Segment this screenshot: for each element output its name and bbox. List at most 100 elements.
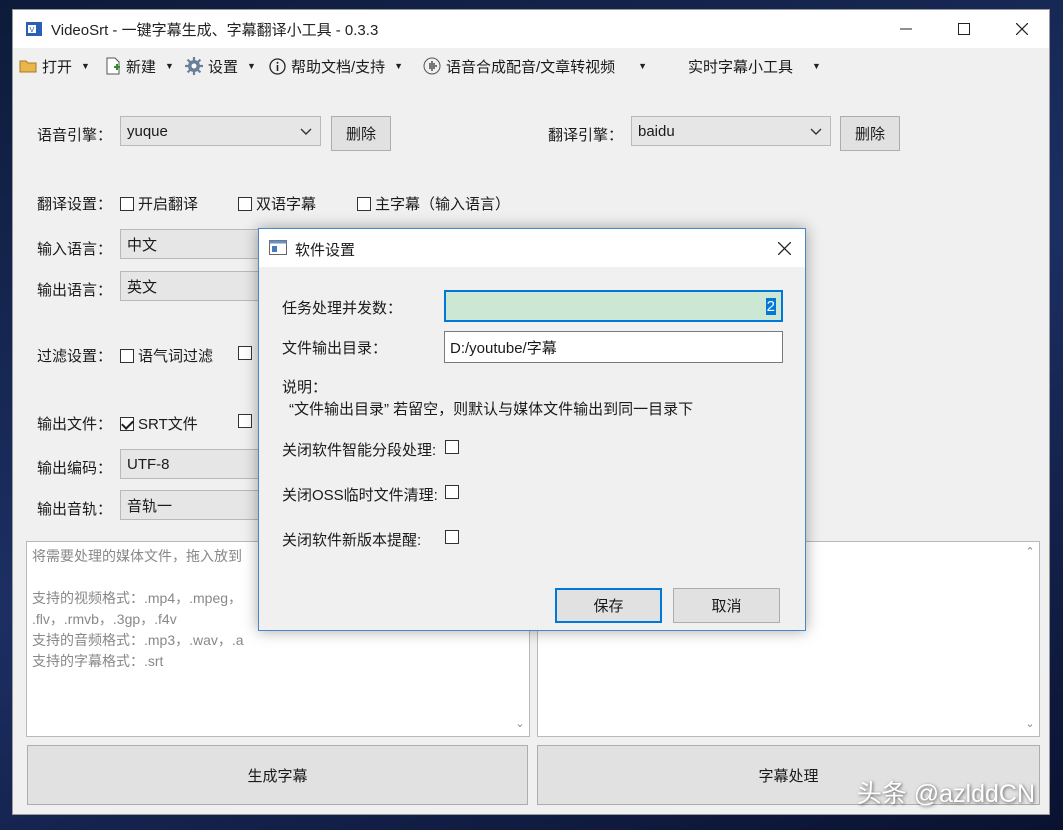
dialog-title-bar: 软件设置: [259, 229, 805, 267]
minimize-button[interactable]: [877, 10, 935, 48]
main-subtitle-checkbox[interactable]: 主字幕（输入语言）: [357, 193, 510, 214]
svg-text:V: V: [30, 26, 35, 34]
output-encoding-value: UTF-8: [127, 455, 170, 473]
main-subtitle-label: 主字幕（输入语言）: [375, 196, 511, 213]
output-extra-checkbox[interactable]: [238, 414, 252, 428]
menu-new-label: 新建: [126, 58, 157, 76]
scroll-up-icon[interactable]: ⌃: [1024, 546, 1036, 558]
disable-oss-cleanup-checkbox[interactable]: [445, 485, 459, 499]
menu-open[interactable]: 打开 ▼: [19, 54, 90, 78]
menu-tts-label: 语音合成配音/文章转视频: [446, 58, 616, 76]
watermark: 头条 @azlddCN: [856, 780, 1035, 808]
translate-engine-value: baidu: [638, 122, 675, 140]
delete-button-label: 删除: [345, 126, 376, 143]
dialog-close-button[interactable]: [763, 229, 805, 267]
drop-hint-line: 支持的字幕格式：.srt: [32, 653, 164, 669]
menu-realtime[interactable]: 实时字幕小工具 ▼: [688, 54, 821, 78]
checkbox-box[interactable]: [120, 196, 134, 211]
disable-update-notice-label: 关闭软件新版本提醒:: [282, 532, 422, 549]
input-language-value: 中文: [127, 236, 158, 254]
note-text: “文件输出目录” 若留空，则默认与媒体文件输出到同一目录下: [289, 401, 694, 418]
concurrency-label: 任务处理并发数：: [282, 300, 403, 317]
checkbox-box[interactable]: [238, 196, 252, 211]
close-button[interactable]: [993, 10, 1051, 48]
chevron-down-icon: ▼: [165, 61, 174, 71]
drop-hint-line: 支持的音频格式：.mp3，.wav，.a: [32, 632, 244, 648]
dialog-title: 软件设置: [295, 242, 356, 259]
chevron-down-icon: [300, 128, 312, 135]
new-file-icon: [106, 57, 120, 75]
menu-settings-label: 设置: [208, 58, 239, 76]
chevron-down-icon: ▼: [394, 61, 404, 71]
srt-file-label: SRT文件: [138, 416, 198, 433]
chevron-down-icon: [810, 128, 822, 135]
minimize-icon: [900, 28, 912, 30]
disable-smart-segment-label: 关闭软件智能分段处理:: [282, 442, 437, 459]
srt-file-checkbox[interactable]: SRT文件: [120, 413, 198, 434]
filter-extra-checkbox[interactable]: [238, 346, 252, 360]
chevron-down-icon: ▼: [81, 61, 90, 71]
folder-icon: [19, 60, 37, 73]
disable-smart-segment-checkbox[interactable]: [445, 440, 459, 454]
audio-wave-icon: [423, 57, 441, 75]
filler-filter-checkbox[interactable]: 语气词过滤: [120, 345, 213, 366]
save-button[interactable]: 保存: [555, 588, 662, 623]
menu-new[interactable]: 新建 ▼: [105, 54, 174, 78]
generate-subtitle-button[interactable]: 生成字幕: [27, 745, 528, 805]
output-encoding-label: 输出编码：: [37, 460, 113, 477]
enable-translate-checkbox[interactable]: 开启翻译: [120, 193, 198, 214]
output-language-label: 输出语言：: [37, 282, 113, 299]
output-encoding-select[interactable]: UTF-8: [120, 449, 265, 479]
menu-help[interactable]: 帮助文档/支持 ▼: [269, 54, 403, 78]
input-language-label: 输入语言：: [37, 241, 113, 258]
scroll-down-icon[interactable]: ⌄: [1024, 718, 1036, 730]
menu-realtime-label: 实时字幕小工具: [688, 58, 794, 76]
checkbox-box[interactable]: [120, 416, 134, 431]
speech-engine-select[interactable]: yuque: [120, 116, 321, 146]
chevron-down-icon: ▼: [638, 61, 648, 71]
output-dir-label: 文件输出目录：: [282, 340, 388, 357]
output-file-label: 输出文件：: [37, 416, 113, 433]
filler-filter-label: 语气词过滤: [138, 348, 214, 365]
scroll-down-icon[interactable]: ⌄: [514, 718, 526, 730]
checkbox-box[interactable]: [357, 196, 371, 211]
input-language-select[interactable]: 中文: [120, 229, 265, 259]
info-icon: [269, 57, 286, 75]
disable-oss-cleanup-label: 关闭OSS临时文件清理:: [282, 487, 438, 504]
gear-icon: [185, 57, 203, 75]
output-dir-input[interactable]: D:/youtube/字幕: [444, 331, 783, 363]
menu-open-label: 打开: [42, 58, 73, 76]
delete-button-label: 删除: [854, 126, 885, 143]
process-subtitle-label: 字幕处理: [758, 767, 819, 785]
output-track-select[interactable]: 音轨一: [120, 490, 265, 520]
app-icon: V: [26, 22, 42, 36]
checkbox-box[interactable]: [120, 348, 134, 363]
cancel-button[interactable]: 取消: [673, 588, 780, 623]
translate-settings-label: 翻译设置：: [37, 196, 113, 213]
menu-settings[interactable]: 设置 ▼: [185, 54, 256, 78]
concurrency-input[interactable]: 2: [444, 290, 783, 322]
cancel-button-label: 取消: [711, 598, 742, 615]
close-icon: [1016, 23, 1028, 35]
speech-engine-delete-button[interactable]: 删除: [331, 116, 391, 151]
speech-engine-value: yuque: [127, 122, 168, 140]
menu-tts[interactable]: 语音合成配音/文章转视频 ▼: [423, 54, 647, 78]
window-title: VideoSrt - 一键字幕生成、字幕翻译小工具 - 0.3.3: [51, 22, 379, 39]
output-track-value: 音轨一: [127, 497, 173, 515]
disable-update-notice-checkbox[interactable]: [445, 530, 459, 544]
translate-engine-label: 翻译引擎：: [548, 127, 624, 144]
save-button-label: 保存: [593, 598, 624, 615]
speech-engine-label: 语音引擎：: [37, 127, 113, 144]
maximize-button[interactable]: [935, 10, 993, 48]
note-title: 说明：: [282, 379, 328, 396]
translate-engine-select[interactable]: baidu: [631, 116, 831, 146]
output-language-value: 英文: [127, 278, 158, 296]
output-language-select[interactable]: 英文: [120, 271, 265, 301]
chevron-down-icon: ▼: [247, 61, 256, 71]
bilingual-label: 双语字幕: [256, 196, 317, 213]
output-dir-value: D:/youtube/字幕: [450, 339, 557, 357]
bilingual-checkbox[interactable]: 双语字幕: [238, 193, 316, 214]
translate-engine-delete-button[interactable]: 删除: [840, 116, 900, 151]
window-icon: [269, 240, 287, 255]
chevron-down-icon: ▼: [812, 61, 821, 71]
